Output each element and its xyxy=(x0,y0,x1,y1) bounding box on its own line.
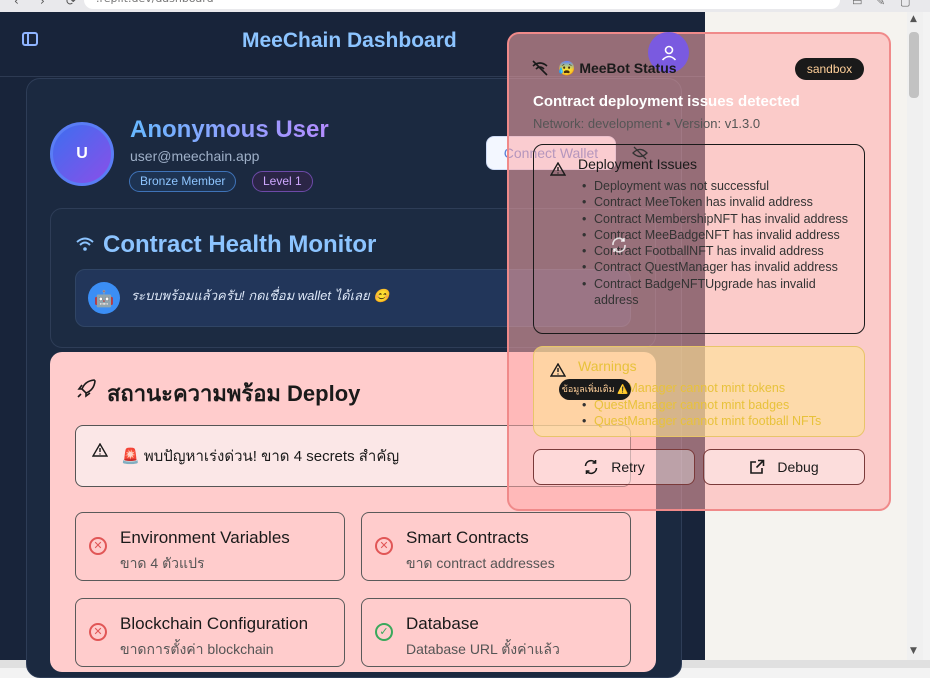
list-item: Deployment was not successful xyxy=(580,178,850,195)
level-badge: Level 1 xyxy=(252,171,313,192)
page-title: MeeChain Dashboard xyxy=(242,29,457,52)
scroll-down-icon[interactable]: ▼ xyxy=(910,646,917,656)
edit-icon[interactable]: ✎ xyxy=(876,0,885,8)
list-item: Contract MembershipNFT has invalid addre… xyxy=(580,211,850,228)
warnings-title: Warnings xyxy=(578,358,637,374)
wifi-off-icon[interactable] xyxy=(531,60,549,76)
error-icon: ✕ xyxy=(375,537,393,555)
list-item: Contract QuestManager has invalid addres… xyxy=(580,259,850,276)
error-icon: ✕ xyxy=(89,623,107,641)
rocket-icon xyxy=(77,379,96,398)
check-title: Database xyxy=(406,614,479,633)
warning-icon xyxy=(550,363,566,377)
list-item: Contract MeeToken has invalid address xyxy=(580,194,850,211)
tooltip-badge: ข้อมูลเพิ่มเติม ⚠️ xyxy=(559,379,631,400)
check-title: Environment Variables xyxy=(120,528,290,547)
address-bar[interactable]: .replit.dev/dashboard xyxy=(84,0,840,9)
check-subtitle: ขาดการตั้งค่า blockchain xyxy=(120,641,274,657)
wifi-icon xyxy=(76,237,94,251)
check-title: Blockchain Configuration xyxy=(120,614,309,633)
browser-toolbar: ‹ › ⟳ .replit.dev/dashboard ▭ ✎ ▢ xyxy=(0,0,930,12)
check-subtitle: Database URL ตั้งค่าแล้ว xyxy=(406,641,560,657)
check-card-blockchain: ✕ Blockchain Configuration ขาดการตั้งค่า… xyxy=(75,598,345,667)
external-link-icon xyxy=(750,459,765,474)
refresh-icon xyxy=(612,237,626,253)
extension-icon[interactable]: ▭ xyxy=(852,0,862,8)
scroll-up-icon[interactable]: ▲ xyxy=(910,14,917,24)
issues-title: Deployment Issues xyxy=(578,156,698,172)
network-info: Network: development • Version: v1.3.0 xyxy=(533,116,761,131)
alert-text: 🚨 พบปัญหาเร่งด่วน! ขาด 4 secrets สำคัญ xyxy=(121,448,400,465)
member-badge: Bronze Member xyxy=(129,171,237,192)
check-circle-icon: ✓ xyxy=(375,623,393,641)
bot-avatar: 🤖 xyxy=(88,282,120,314)
debug-label: Debug xyxy=(777,459,819,475)
user-email: user@meechain.app xyxy=(130,148,260,164)
warning-icon xyxy=(550,162,566,176)
sandbox-badge: sandbox xyxy=(795,58,864,80)
check-card-contracts: ✕ Smart Contracts ขาด contract addresses xyxy=(361,512,631,581)
list-item: Contract BadgeNFTUpgrade has invalid add… xyxy=(580,276,850,309)
deploy-title: สถานะความพร้อม Deploy xyxy=(107,381,361,406)
scrollbar[interactable]: ▲ ▼ xyxy=(907,12,923,664)
error-icon: ✕ xyxy=(89,537,107,555)
refresh-icon xyxy=(584,459,598,475)
check-title: Smart Contracts xyxy=(406,528,529,547)
check-subtitle: ขาด contract addresses xyxy=(406,555,555,571)
bot-message: ระบบพร้อมแล้วครับ! กดเชื่อม wallet ได้เล… xyxy=(131,288,390,303)
forward-icon[interactable]: › xyxy=(40,0,45,8)
health-title: Contract Health Monitor xyxy=(103,231,377,258)
panel-heading: Contract deployment issues detected xyxy=(533,93,800,110)
warning-icon xyxy=(92,443,108,457)
window-icon[interactable]: ▢ xyxy=(900,0,910,8)
user-icon xyxy=(661,45,676,61)
sidebar-toggle-icon[interactable] xyxy=(22,32,38,46)
avatar: U xyxy=(50,122,114,186)
user-name: Anonymous User xyxy=(130,116,329,143)
back-icon[interactable]: ‹ xyxy=(14,0,19,8)
debug-button[interactable]: Debug xyxy=(703,449,865,485)
check-subtitle: ขาด 4 ตัวแปร xyxy=(120,555,205,571)
scrollbar-thumb[interactable] xyxy=(909,32,919,98)
reload-icon[interactable]: ⟳ xyxy=(66,0,76,8)
panel-title: 😰 MeeBot Status xyxy=(558,60,677,76)
check-card-env: ✕ Environment Variables ขาด 4 ตัวแปร xyxy=(75,512,345,581)
retry-button[interactable]: Retry xyxy=(533,449,695,485)
list-item: QuestManager cannot mint football NFTs xyxy=(580,413,850,430)
retry-label: Retry xyxy=(611,459,645,475)
check-card-database: ✓ Database Database URL ตั้งค่าแล้ว xyxy=(361,598,631,667)
